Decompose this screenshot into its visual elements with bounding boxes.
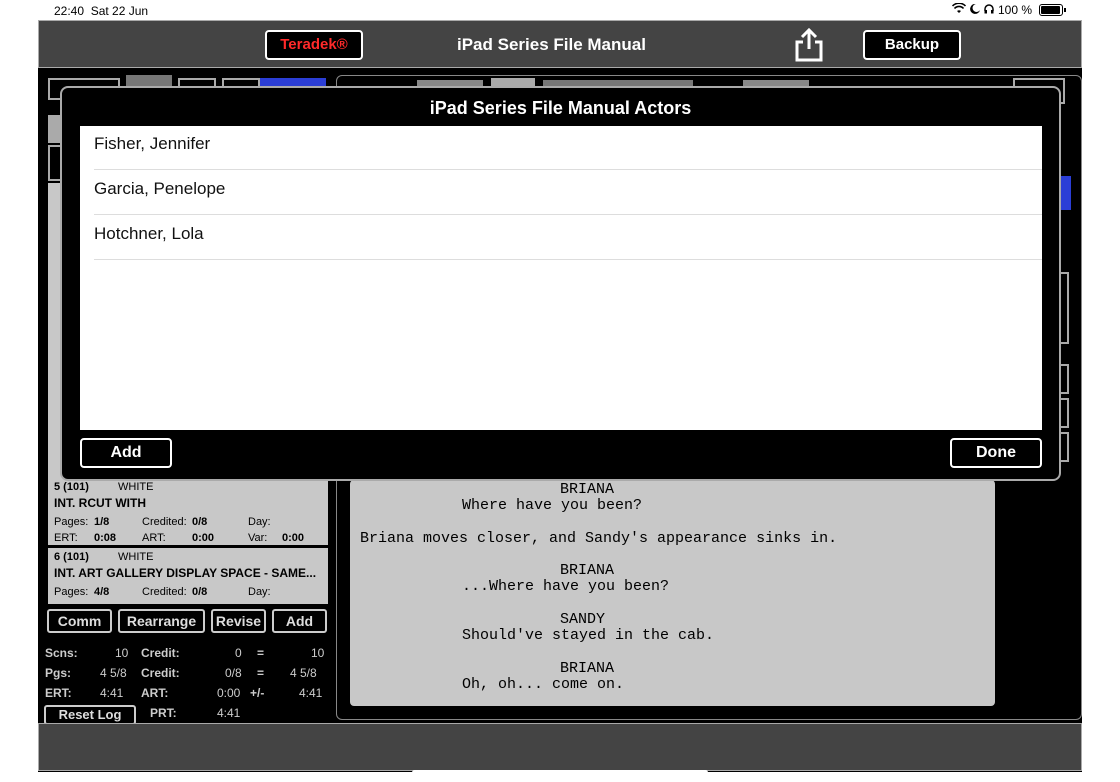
- art-label: ART:: [142, 532, 166, 544]
- scns-label: Scns:: [45, 646, 78, 660]
- actors-modal: iPad Series File Manual Actors Fisher, J…: [60, 86, 1061, 481]
- top-toolbar: Teradek® iPad Series File Manual Backup: [38, 20, 1082, 68]
- character-name: BRIANA: [560, 562, 615, 579]
- done-button[interactable]: Done: [950, 438, 1042, 468]
- revise-button[interactable]: Revise: [211, 609, 266, 633]
- ert-value: 0:08: [94, 532, 117, 544]
- list-item[interactable]: Garcia, Penelope: [94, 171, 1042, 215]
- credit-label: Credit:: [141, 666, 180, 680]
- character-name: BRIANA: [560, 660, 615, 677]
- modal-title: iPad Series File Manual Actors: [429, 98, 692, 118]
- credit-label: Credit:: [141, 646, 180, 660]
- dialogue-line: ...Where have you been?: [462, 578, 670, 595]
- add-scene-button[interactable]: Add: [272, 609, 327, 633]
- art-value: 0:00: [192, 532, 215, 544]
- art-total: 4:41: [299, 686, 323, 700]
- credited-value: 0/8: [192, 516, 208, 528]
- prt-value: 4:41: [217, 706, 241, 720]
- var-label: Var:: [248, 532, 268, 544]
- scene-number: 6 (101): [54, 551, 89, 563]
- date: Sat 22 Jun: [90, 4, 149, 18]
- art-label: ART:: [141, 686, 169, 700]
- character-name: BRIANA: [560, 481, 615, 498]
- art-value: 0:00: [217, 686, 241, 700]
- pgs-value: 4 5/8: [100, 666, 127, 680]
- dialogue-line: Oh, oh... come on.: [462, 676, 625, 693]
- action-line: Briana moves closer, and Sandy's appeara…: [360, 530, 838, 547]
- scene-heading: INT. ART GALLERY DISPLAY SPACE - SAME...: [54, 566, 317, 580]
- list-item[interactable]: Hotchner, Lola: [94, 216, 1042, 260]
- page-title: iPad Series File Manual: [457, 35, 646, 54]
- scene-number: 5 (101): [54, 481, 89, 493]
- credited-label: Credited:: [142, 516, 187, 528]
- time: 22:40: [54, 4, 85, 18]
- moon-icon: [970, 3, 980, 17]
- headphones-icon: [984, 3, 994, 17]
- bottom-toolbar: [38, 723, 1082, 771]
- pgs-total: 4 5/8: [290, 666, 317, 680]
- day-label: Day:: [248, 516, 271, 528]
- pgs-label: Pgs:: [45, 666, 72, 680]
- backup-button[interactable]: Backup: [863, 30, 961, 60]
- ipad-screen: 22:40 Sat 22 Jun 100 % Teradek® iPad Ser…: [0, 0, 1120, 782]
- battery-percent: 100 %: [997, 3, 1032, 17]
- wifi-icon: [951, 2, 967, 17]
- prt-label: PRT:: [150, 706, 177, 720]
- scene-color: WHITE: [118, 481, 154, 493]
- character-name: SANDY: [560, 611, 606, 628]
- script-view[interactable]: BRIANA Where have you been? Briana moves…: [350, 480, 995, 706]
- pages-value: 4/8: [94, 586, 110, 598]
- ert-value: 4:41: [100, 686, 124, 700]
- scns-value: 10: [115, 646, 129, 660]
- equals-sign: =: [257, 666, 265, 680]
- credit-scns-value: 0: [235, 646, 242, 660]
- ert-label: ERT:: [45, 686, 72, 700]
- scene-card[interactable]: 6 (101) WHITE INT. ART GALLERY DISPLAY S…: [48, 548, 328, 604]
- plus-minus: +/-: [250, 686, 265, 700]
- var-value: 0:00: [282, 532, 305, 544]
- status-bar: 22:40 Sat 22 Jun 100 %: [0, 0, 1120, 20]
- equals-sign: =: [257, 646, 265, 660]
- credited-label: Credited:: [142, 586, 187, 598]
- dialogue-line: Should've stayed in the cab.: [462, 627, 715, 644]
- share-icon[interactable]: [794, 27, 824, 63]
- pages-label: Pages:: [54, 516, 89, 528]
- credit-pgs-value: 0/8: [225, 666, 242, 680]
- scene-color: WHITE: [118, 551, 154, 563]
- day-label: Day:: [248, 586, 271, 598]
- pages-label: Pages:: [54, 586, 89, 598]
- credited-value: 0/8: [192, 586, 208, 598]
- dialogue-line: Where have you been?: [462, 497, 643, 514]
- home-indicator: [412, 770, 708, 775]
- teradek-button[interactable]: Teradek®: [265, 30, 363, 60]
- scns-total: 10: [311, 646, 325, 660]
- battery-tip: [1064, 8, 1066, 12]
- add-actor-button[interactable]: Add: [80, 438, 172, 468]
- comm-button[interactable]: Comm: [47, 609, 112, 633]
- list-item[interactable]: Fisher, Jennifer: [94, 126, 1042, 170]
- reset-log-button[interactable]: Reset Log: [44, 705, 136, 725]
- scene-heading: INT. RCUT WITH: [54, 496, 146, 510]
- status-icons: 100 %: [951, 2, 1066, 17]
- ert-label: ERT:: [54, 532, 78, 544]
- battery-icon: [1039, 4, 1063, 16]
- status-time: 22:40 Sat 22 Jun: [54, 4, 148, 18]
- rearrange-button[interactable]: Rearrange: [118, 609, 205, 633]
- pages-value: 1/8: [94, 516, 110, 528]
- scene-card[interactable]: 5 (101) WHITE INT. RCUT WITH Pages: 1/8 …: [48, 480, 328, 545]
- actor-list: Fisher, Jennifer Garcia, Penelope Hotchn…: [80, 126, 1042, 430]
